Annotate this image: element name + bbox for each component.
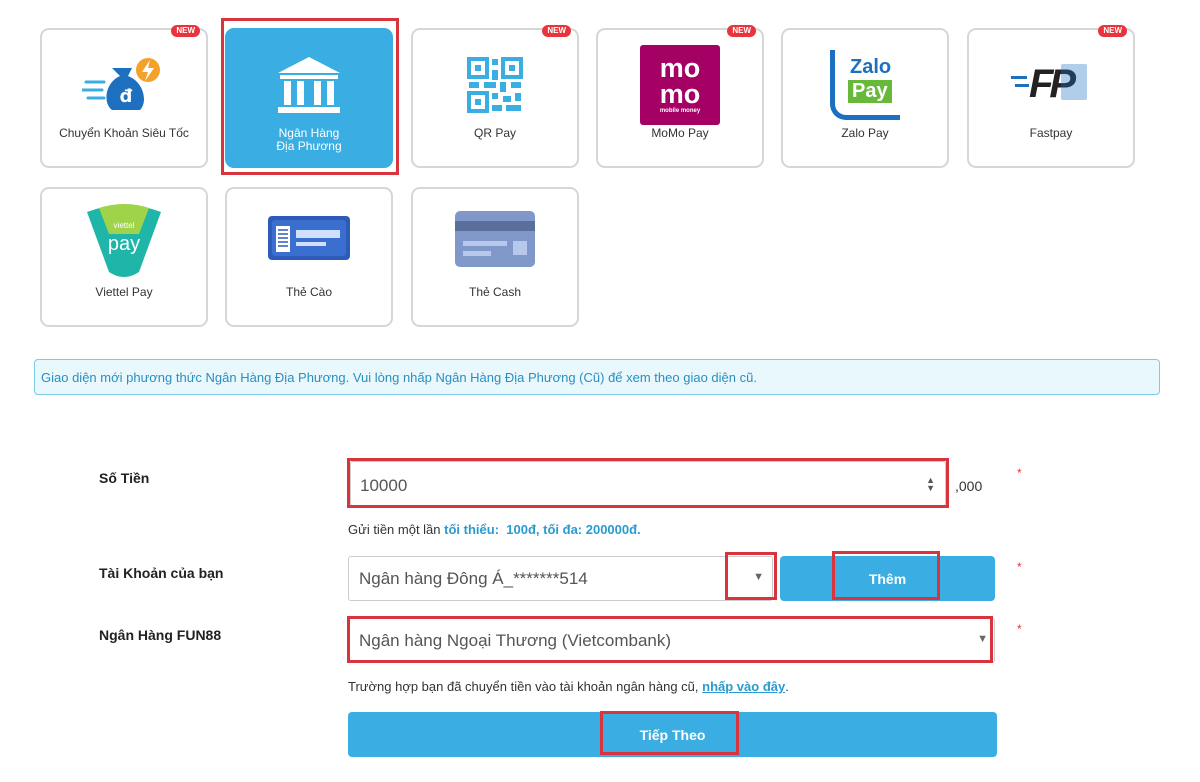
qr-code-icon [413, 44, 577, 126]
amount-hint: Gửi tiền một lần tối thiểu: 100đ, tối đa… [348, 522, 641, 537]
chevron-down-icon[interactable]: ▼ [977, 633, 988, 645]
next-button[interactable]: Tiếp Theo [348, 712, 997, 757]
dong-symbol: đ [120, 86, 133, 107]
tile-label: Thẻ Cào [285, 285, 333, 299]
payment-tile-momo-pay[interactable]: NEW mo mo mobile money MoMo Pay [596, 25, 764, 168]
new-badge: NEW [542, 25, 571, 37]
required-mark: * [1017, 560, 1022, 574]
payment-tile-scratch-card[interactable]: Thẻ Cào [225, 187, 393, 327]
fun88-bank-select[interactable]: Ngân hàng Ngoại Thương (Vietcombank) ▼ [348, 618, 995, 663]
tile-label: Fastpay [1029, 126, 1073, 140]
tile-label: Viettel Pay [95, 285, 153, 299]
bank-label: Ngân Hàng FUN88 [99, 627, 222, 643]
payment-tile-instant-transfer[interactable]: NEW đ Chuyển Khoản Siêu Tốc [40, 25, 208, 168]
required-mark: * [1017, 622, 1022, 636]
fastpay-logo-icon: FP [969, 44, 1133, 126]
payment-tile-fastpay[interactable]: NEW FP Fastpay [967, 25, 1135, 168]
payment-tile-qr-pay[interactable]: NEW QR Pay [411, 25, 579, 168]
viettel-pay-logo-icon: viettel pay [42, 199, 206, 281]
scratch-card-icon [227, 197, 391, 279]
momo-logo-icon: mo mo mobile money [598, 44, 762, 126]
new-badge: NEW [727, 25, 756, 37]
amount-label: Số Tiền [99, 470, 150, 486]
account-select[interactable]: Ngân hàng Đông Á_*******514 ▼ [348, 556, 773, 601]
payment-tile-cash-card[interactable]: Thẻ Cash [411, 187, 579, 327]
payment-tile-local-bank[interactable]: Ngân Hàng Địa Phương [225, 28, 393, 168]
svg-text:viettel: viettel [114, 221, 135, 230]
bank-building-icon [227, 44, 391, 126]
amount-suffix: ,000 [955, 478, 983, 494]
tile-label: QR Pay [473, 126, 516, 140]
new-badge: NEW [171, 25, 200, 37]
tile-label: Thẻ Cash [468, 285, 522, 299]
chevron-down-icon[interactable]: ▼ [753, 571, 764, 583]
tile-label: Zalo Pay [841, 126, 889, 140]
zalopay-logo-icon: Zalo Pay [783, 44, 947, 126]
notice-banner: Giao diện mới phương thức Ngân Hàng Địa … [34, 359, 1160, 395]
instant-transfer-icon: đ [42, 44, 206, 126]
bank-hint: Trường hợp bạn đã chuyển tiền vào tài kh… [348, 679, 789, 694]
tile-label: MoMo Pay [651, 126, 709, 140]
new-badge: NEW [1098, 25, 1127, 37]
payment-tile-zalo-pay[interactable]: Zalo Pay Zalo Pay [781, 28, 949, 168]
tile-label: Chuyển Khoản Siêu Tốc [59, 126, 189, 140]
payment-tile-viettel-pay[interactable]: viettel pay Viettel Pay [40, 187, 208, 327]
required-mark: * [1017, 466, 1022, 480]
tile-label: Ngân Hàng Địa Phương [276, 126, 342, 153]
spinner-icon[interactable]: ▲ ▼ [926, 476, 935, 493]
click-here-link[interactable]: nhấp vào đây [702, 679, 785, 694]
add-account-button[interactable]: Thêm [780, 556, 995, 601]
cash-card-icon [413, 197, 577, 279]
svg-text:pay: pay [108, 233, 140, 255]
amount-input[interactable]: 10000 ▲ ▼ [350, 461, 946, 506]
account-label: Tài Khoản của bạn [99, 565, 224, 581]
